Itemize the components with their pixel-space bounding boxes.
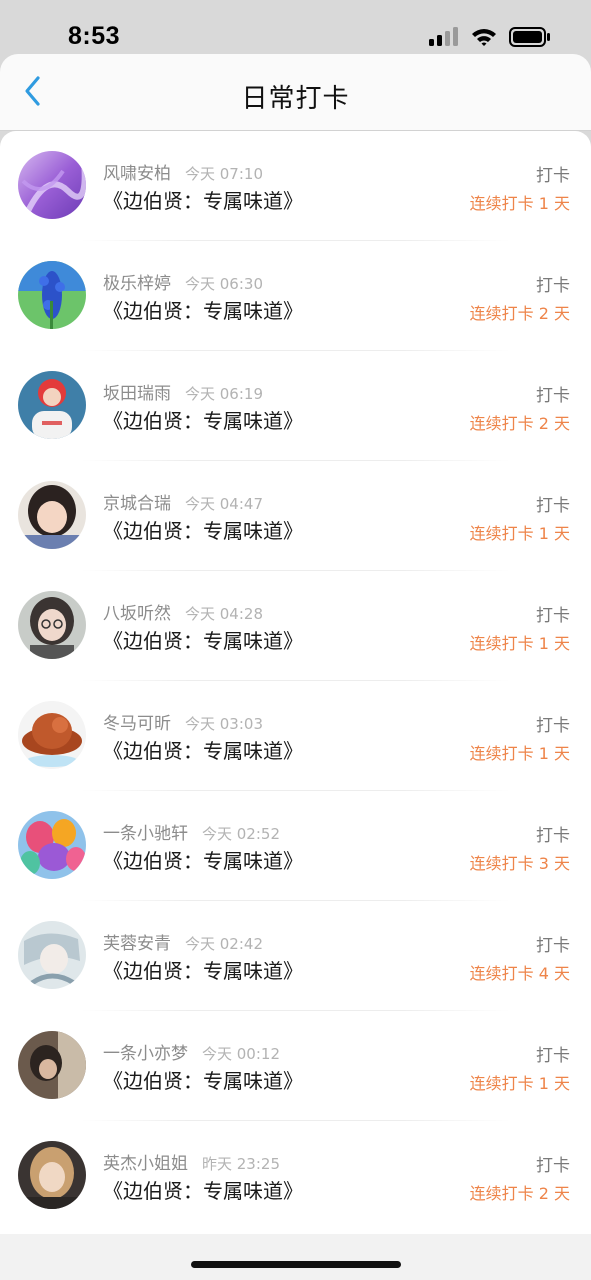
user-name: 京城合瑞 xyxy=(103,494,171,514)
checkin-content[interactable]: 《边伯贤：专属味道》 xyxy=(103,845,303,874)
streak-label: 连续打卡 1 天 xyxy=(469,1074,570,1093)
page-title: 日常打卡 xyxy=(241,84,350,114)
avatar[interactable] xyxy=(18,1141,86,1209)
avatar[interactable] xyxy=(18,591,86,659)
checkin-row[interactable]: 极乐梓婷 今天 06:30 《边伯贤：专属味道》 打卡 连续打卡 2 天 xyxy=(0,241,591,351)
checkin-row[interactable]: 一条小驰轩 今天 02:52 《边伯贤：专属味道》 打卡 连续打卡 3 天 xyxy=(0,791,591,901)
checkin-content[interactable]: 《边伯贤：专属味道》 xyxy=(103,735,303,764)
status-icons xyxy=(429,27,551,51)
post-time: 今天 00:12 xyxy=(202,1045,280,1063)
checkin-row[interactable]: 八坂听然 今天 04:28 《边伯贤：专属味道》 打卡 连续打卡 1 天 xyxy=(0,571,591,681)
post-time: 今天 04:28 xyxy=(185,605,263,623)
post-time: 今天 02:42 xyxy=(185,935,263,953)
checkin-content[interactable]: 《边伯贤：专属味道》 xyxy=(103,405,303,434)
status-time: 8:53 xyxy=(68,22,121,50)
post-time: 昨天 23:25 xyxy=(202,1155,280,1173)
checkin-action-label: 打卡 xyxy=(536,1156,570,1176)
avatar[interactable] xyxy=(18,481,86,549)
post-time: 今天 07:10 xyxy=(185,165,263,183)
streak-label: 连续打卡 4 天 xyxy=(469,964,570,983)
user-name: 风啸安柏 xyxy=(103,164,171,184)
avatar[interactable] xyxy=(18,261,86,329)
streak-label: 连续打卡 2 天 xyxy=(469,414,570,433)
home-indicator[interactable] xyxy=(191,1261,401,1268)
checkin-action-label: 打卡 xyxy=(536,606,570,626)
avatar[interactable] xyxy=(18,921,86,989)
streak-label: 连续打卡 3 天 xyxy=(469,854,570,873)
avatar[interactable] xyxy=(18,1031,86,1099)
user-name: 芙蓉安青 xyxy=(103,934,171,954)
streak-label: 连续打卡 1 天 xyxy=(469,634,570,653)
post-time: 今天 03:03 xyxy=(185,715,263,733)
user-name: 极乐梓婷 xyxy=(103,274,171,294)
avatar[interactable] xyxy=(18,701,86,769)
avatar[interactable] xyxy=(18,811,86,879)
streak-label: 连续打卡 1 天 xyxy=(469,744,570,763)
avatar[interactable] xyxy=(18,371,86,439)
post-time: 今天 04:47 xyxy=(185,495,263,513)
user-name: 坂田瑞雨 xyxy=(103,384,171,404)
battery-icon xyxy=(509,27,551,51)
user-name: 一条小亦梦 xyxy=(103,1044,188,1064)
checkin-content[interactable]: 《边伯贤：专属味道》 xyxy=(103,625,303,654)
user-name: 八坂听然 xyxy=(103,604,171,624)
checkin-action-label: 打卡 xyxy=(536,826,570,846)
checkin-action-label: 打卡 xyxy=(536,716,570,736)
checkin-action-label: 打卡 xyxy=(536,386,570,406)
checkin-row[interactable]: 坂田瑞雨 今天 06:19 《边伯贤：专属味道》 打卡 连续打卡 2 天 xyxy=(0,351,591,461)
post-time: 今天 06:30 xyxy=(185,275,263,293)
user-name: 英杰小姐姐 xyxy=(103,1154,188,1174)
checkin-action-label: 打卡 xyxy=(536,936,570,956)
post-time: 今天 06:19 xyxy=(185,385,263,403)
checkin-row[interactable]: 芙蓉安青 今天 02:42 《边伯贤：专属味道》 打卡 连续打卡 4 天 xyxy=(0,901,591,1011)
checkin-content[interactable]: 《边伯贤：专属味道》 xyxy=(103,1175,303,1204)
checkin-action-label: 打卡 xyxy=(536,166,570,186)
checkin-list: 风啸安柏 今天 07:10 《边伯贤：专属味道》 打卡 连续打卡 1 天 极乐梓婷… xyxy=(0,131,591,1234)
checkin-content[interactable]: 《边伯贤：专属味道》 xyxy=(103,515,303,544)
home-indicator-area xyxy=(0,1234,591,1280)
checkin-content[interactable]: 《边伯贤：专属味道》 xyxy=(103,1065,303,1094)
streak-label: 连续打卡 2 天 xyxy=(469,304,570,323)
checkin-action-label: 打卡 xyxy=(536,496,570,516)
post-time: 今天 02:52 xyxy=(202,825,280,843)
checkin-action-label: 打卡 xyxy=(536,1046,570,1066)
checkin-row[interactable]: 英杰小姐姐 昨天 23:25 《边伯贤：专属味道》 打卡 连续打卡 2 天 xyxy=(0,1121,591,1231)
status-bar: 8:53 xyxy=(0,0,591,54)
user-name: 一条小驰轩 xyxy=(103,824,188,844)
checkin-row[interactable]: 冬马可昕 今天 03:03 《边伯贤：专属味道》 打卡 连续打卡 1 天 xyxy=(0,681,591,791)
signal-icon xyxy=(429,27,459,51)
wifi-icon xyxy=(471,27,497,51)
checkin-row[interactable]: 京城合瑞 今天 04:47 《边伯贤：专属味道》 打卡 连续打卡 1 天 xyxy=(0,461,591,571)
streak-label: 连续打卡 1 天 xyxy=(469,194,570,213)
navigation-bar: 日常打卡 xyxy=(0,54,591,130)
user-name: 冬马可昕 xyxy=(103,714,171,734)
checkin-row[interactable]: 风啸安柏 今天 07:10 《边伯贤：专属味道》 打卡 连续打卡 1 天 xyxy=(0,131,591,241)
avatar[interactable] xyxy=(18,151,86,219)
checkin-action-label: 打卡 xyxy=(536,276,570,296)
streak-label: 连续打卡 2 天 xyxy=(469,1184,570,1203)
checkin-row[interactable]: 一条小亦梦 今天 00:12 《边伯贤：专属味道》 打卡 连续打卡 1 天 xyxy=(0,1011,591,1121)
checkin-content[interactable]: 《边伯贤：专属味道》 xyxy=(103,955,303,984)
streak-label: 连续打卡 1 天 xyxy=(469,524,570,543)
checkin-content[interactable]: 《边伯贤：专属味道》 xyxy=(103,185,303,214)
checkin-content[interactable]: 《边伯贤：专属味道》 xyxy=(103,295,303,324)
